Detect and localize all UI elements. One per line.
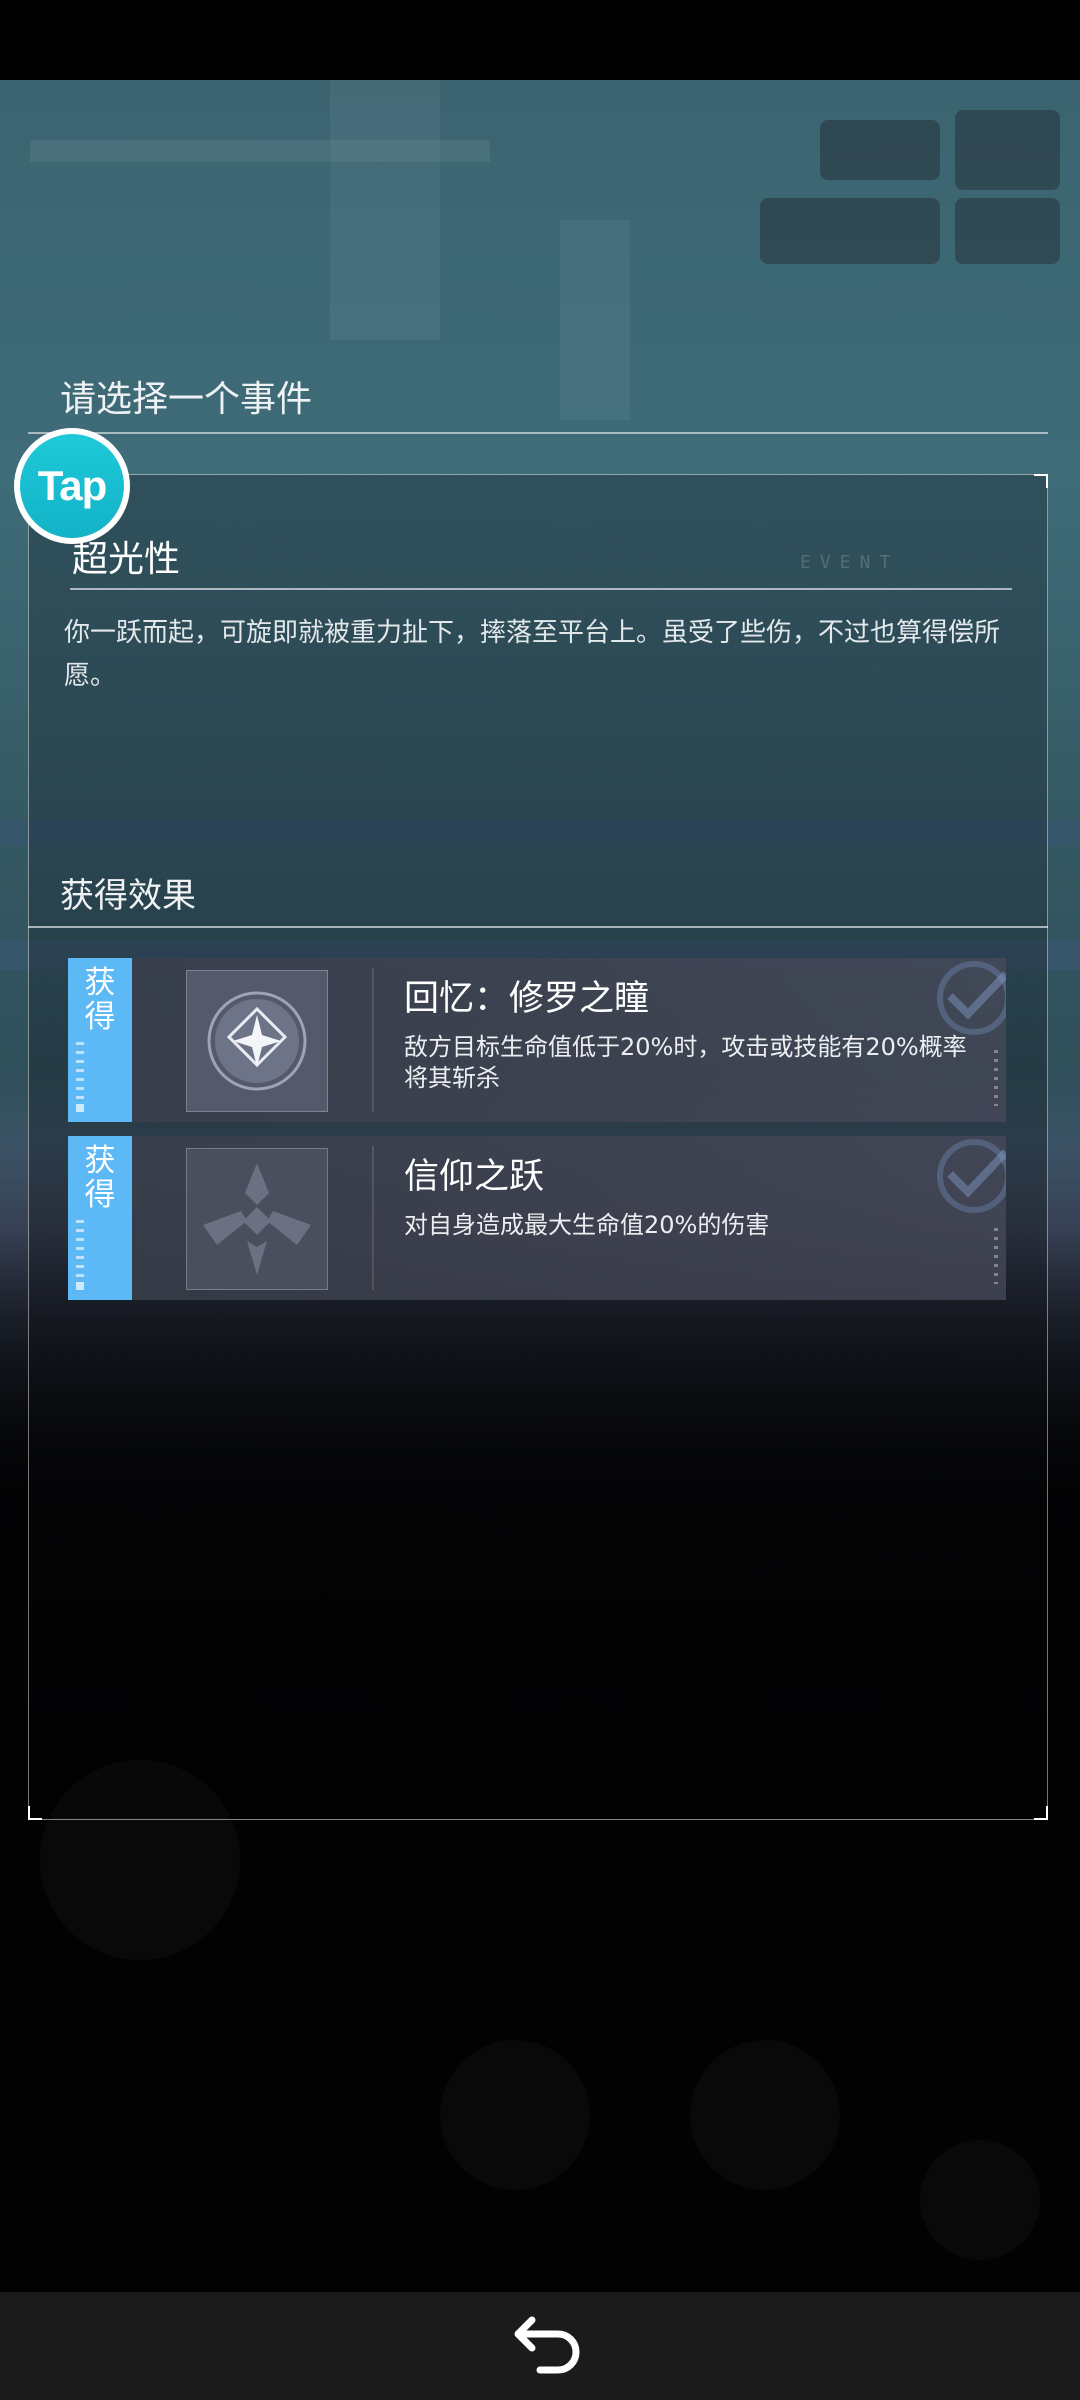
event-tag: EVENT xyxy=(800,552,900,573)
effect-description: 敌方目标生命值低于20%时，攻击或技能有20%概率将其斩杀 xyxy=(404,1033,967,1092)
effects-section-title: 获得效果 xyxy=(60,876,196,916)
event-name-divider xyxy=(70,588,1012,590)
tap-label: Tap xyxy=(20,434,124,538)
effect-card[interactable]: 获得 信仰之跃 对自身造成最大生命值20%的伤害 xyxy=(68,1136,1006,1300)
back-arrow-icon xyxy=(514,2316,580,2374)
title-divider xyxy=(28,432,1048,434)
obtain-tag: 获得 xyxy=(68,1136,132,1300)
event-name: 超光性 xyxy=(72,539,181,580)
panel-title: 请选择一个事件 xyxy=(60,379,313,420)
effect-name: 回忆：修罗之瞳 xyxy=(404,979,650,1019)
tap-badge[interactable]: Tap xyxy=(14,428,130,544)
faith-leap-icon xyxy=(186,1148,328,1290)
effect-card[interactable]: 获得 回忆：修罗之瞳 敌方目标生命值低于20%时，攻击或技能有20%概率将其斩杀 xyxy=(68,958,1006,1122)
status-bar xyxy=(0,0,1080,80)
check-icon xyxy=(937,1139,1006,1213)
check-icon xyxy=(937,961,1006,1035)
star-compass-icon xyxy=(186,970,328,1112)
effect-description: 对自身造成最大生命值20%的伤害 xyxy=(404,1211,770,1239)
obtain-tag: 获得 xyxy=(68,958,132,1122)
event-description: 你一跃而起，可旋即就被重力扯下，摔落至平台上。虽受了些伤，不过也算得偿所愿。 xyxy=(64,618,1001,691)
effect-name: 信仰之跃 xyxy=(404,1157,545,1197)
obtain-tag-label: 获得 xyxy=(84,1143,116,1213)
back-button[interactable] xyxy=(490,2296,590,2396)
obtain-tag-label: 获得 xyxy=(84,965,116,1035)
effects-section-divider xyxy=(28,926,1048,928)
